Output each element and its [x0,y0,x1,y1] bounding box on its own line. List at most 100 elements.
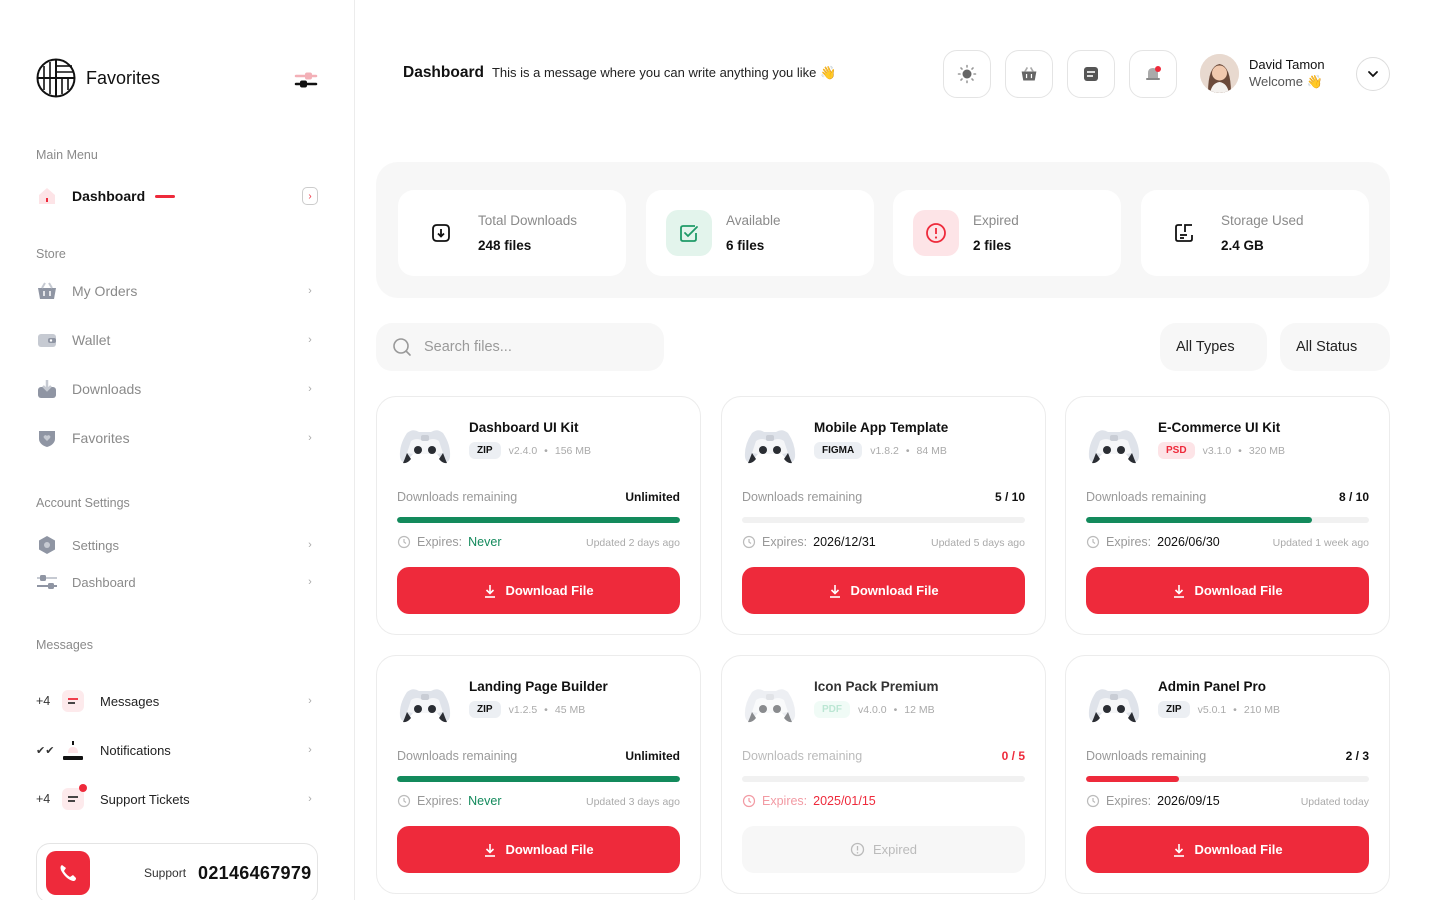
sidebar-item-downloads[interactable]: Downloads › [36,374,318,404]
cart-button[interactable] [1005,50,1053,98]
expires-value: 2026/06/30 [1157,535,1220,549]
clock-icon [397,535,411,549]
expires-label: Expires: [762,794,808,808]
phone-icon[interactable] [46,851,90,895]
header-title-row: Dashboard This is a message where you ca… [403,64,836,82]
support-number[interactable]: 02146467979 [198,863,311,884]
theme-toggle-button[interactable] [943,50,991,98]
download-icon [1174,584,1185,598]
separator-dot: • [544,703,548,716]
store-label: Store [36,247,66,261]
progress-fill [397,517,680,523]
card-title: Admin Panel Pro [1158,679,1267,694]
stat-value: 248 files [478,238,532,253]
sidebar-item-support-tickets[interactable]: +4 Support Tickets › [36,784,318,814]
download-button-label: Download File [850,583,939,598]
storage-icon [1161,210,1207,256]
stat-value: 6 files [726,238,765,253]
sidebar-item-dashboard[interactable]: Dashboard › [36,181,318,211]
download-file-button[interactable]: Download File [742,567,1025,614]
download-file-button[interactable]: Download File [397,567,680,614]
chevron-down-icon [1368,71,1378,78]
stat-label: Total Downloads [478,213,578,228]
search-input[interactable] [424,339,644,355]
status-filter-select[interactable]: All Status [1280,323,1390,371]
sidebar-item-wallet[interactable]: Wallet › [36,325,318,355]
expired-button: Expired [742,826,1025,873]
download-file-button[interactable]: Download File [1086,567,1369,614]
expires-label: Expires: [762,535,808,549]
download-icon [830,584,841,598]
file-size: 45 MB [554,703,586,716]
expires-label: Expires: [417,535,463,549]
card-title: Icon Pack Premium [814,679,939,694]
file-card: Icon Pack Premium PDF v4.0.0 • 12 MB Dow… [721,655,1046,894]
chevron-right-icon: › [308,576,312,588]
separator-dot: • [544,444,548,457]
wallet-icon [36,329,58,351]
app: Favorites Main Menu Dashboard › Store My… [0,0,1440,900]
notifications-button[interactable] [1129,50,1177,98]
clock-icon [1086,535,1100,549]
notes-button[interactable] [1067,50,1115,98]
separator-dot: • [893,703,898,716]
sidebar-item-my-orders[interactable]: My Orders › [36,276,318,306]
brand-logo-icon [36,58,76,98]
user-welcome: Welcome 👋 [1249,74,1323,89]
progress-bar [742,776,1025,782]
account-settings-label: Account Settings [36,496,130,510]
messages-section-label: Messages [36,638,93,652]
sidebar-toggle-icon[interactable] [294,70,318,90]
brand[interactable]: Favorites [36,58,160,98]
user-menu-button[interactable] [1356,57,1390,91]
file-type-badge: PDF [814,701,850,718]
gamepad-icon [744,430,796,464]
file-type-badge: ZIP [469,701,501,718]
file-version: v3.1.0 [1202,444,1232,457]
card-title: E-Commerce UI Kit [1158,420,1281,435]
downloads-remaining-label: Downloads remaining [1086,749,1207,763]
file-size: 320 MB [1248,444,1286,457]
progress-fill [1086,517,1313,523]
progress-bar [397,776,680,782]
download-file-button[interactable]: Download File [397,826,680,873]
ticket-count: +4 [36,792,51,806]
sidebar-item-label: Notifications [100,742,171,758]
card-meta: PDF v4.0.0 • 12 MB [814,701,935,718]
file-type-badge: ZIP [469,442,501,459]
download-icon [418,210,464,256]
expires-value: Never [468,794,502,808]
avatar [1200,54,1239,93]
main-menu-label: Main Menu [36,148,98,162]
sidebar-item-dashboard-settings[interactable]: Dashboard › [36,567,318,597]
downloads-remaining-label: Downloads remaining [397,749,518,763]
chevron-right-icon: › [308,334,312,346]
type-filter-select[interactable]: All Types [1160,323,1267,371]
expired-button-label: Expired [872,842,918,857]
downloads-remaining-value: Unlimited [625,490,680,504]
support-box: Support 02146467979 [36,843,318,900]
chevron-right-icon[interactable]: › [302,187,318,205]
chevron-right-icon: › [308,695,312,707]
file-version: v1.8.2 [870,444,899,457]
sidebar-item-messages[interactable]: +4 Messages › [36,686,318,716]
sidebar-item-label: Wallet [72,332,111,348]
user-profile[interactable]: David Tamon Welcome 👋 [1200,54,1325,93]
stat-available: Available 6 files [646,190,874,276]
updated-text: Updated 5 days ago [931,537,1025,549]
stat-label: Expired [973,213,1019,228]
hexagon-settings-icon [36,534,58,556]
sidebar-item-favorites[interactable]: Favorites › [36,423,318,453]
sidebar-item-notifications[interactable]: ✔✔ Notifications › [36,735,318,765]
downloads-remaining-value: 5 / 10 [994,490,1025,504]
progress-bar [397,517,680,523]
download-icon [485,843,496,857]
clock-icon [1086,794,1100,808]
download-file-button[interactable]: Download File [1086,826,1369,873]
sidebar-item-settings[interactable]: Settings › [36,530,318,560]
expiry-row: Expires: 2025/01/15 [742,794,876,808]
download-button-label: Download File [1194,583,1283,598]
gamepad-icon [399,430,451,464]
sun-icon [957,64,977,84]
download-icon [485,584,496,598]
